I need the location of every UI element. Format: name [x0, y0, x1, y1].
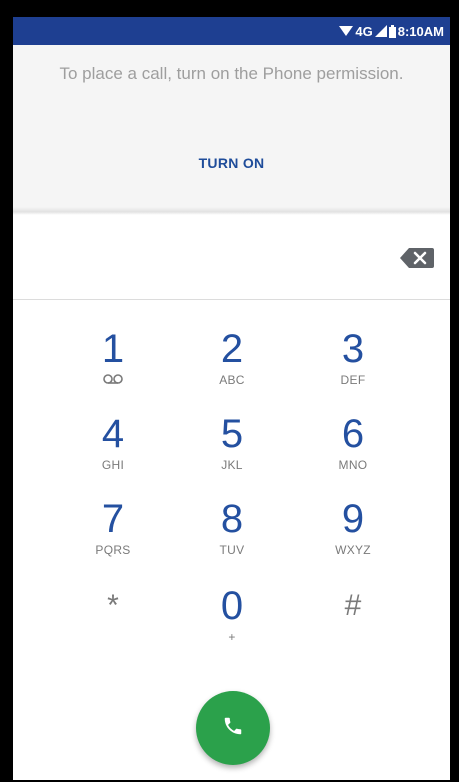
- key-9-letters: WXYZ: [335, 543, 371, 557]
- key-8[interactable]: 8 TUV: [182, 497, 282, 577]
- key-0-plus: +: [228, 630, 236, 644]
- key-3-letters: DEF: [340, 373, 366, 387]
- key-2-digit: 2: [220, 327, 244, 371]
- key-4-digit: 4: [101, 412, 125, 456]
- key-5-letters: JKL: [221, 458, 243, 472]
- key-4[interactable]: 4 GHI: [63, 412, 163, 492]
- key-5[interactable]: 5 JKL: [182, 412, 282, 492]
- permission-banner: To place a call, turn on the Phone permi…: [13, 45, 450, 213]
- phone-icon: [222, 715, 244, 742]
- key-6-digit: 6: [341, 412, 365, 456]
- key-4-letters: GHI: [101, 458, 125, 472]
- status-bar: 4G 8:10AM: [13, 17, 450, 45]
- voicemail-icon: [63, 373, 163, 387]
- key-8-digit: 8: [220, 497, 244, 541]
- key-7[interactable]: 7 PQRS: [63, 497, 163, 577]
- clock: 8:10AM: [397, 23, 444, 39]
- key-1[interactable]: 1: [63, 327, 163, 407]
- key-1-digit: 1: [101, 327, 125, 371]
- key-7-letters: PQRS: [95, 543, 131, 557]
- key-hash-symbol: #: [344, 589, 362, 622]
- key-7-digit: 7: [101, 497, 125, 541]
- key-5-digit: 5: [220, 412, 244, 456]
- status-icons: 4G 8:10AM: [339, 17, 444, 45]
- permission-message: To place a call, turn on the Phone permi…: [59, 64, 404, 83]
- digits-field-row: [13, 215, 450, 300]
- key-9-digit: 9: [341, 497, 365, 541]
- key-0-digit: 0: [220, 584, 244, 628]
- network-type: 4G: [355, 23, 373, 39]
- battery-icon: [388, 24, 396, 38]
- key-0[interactable]: 0 +: [182, 584, 282, 664]
- key-6[interactable]: 6 MNO: [303, 412, 403, 492]
- call-button[interactable]: [196, 691, 270, 765]
- dialer-screen: 4G 8:10AM To place a call, turn on the P…: [13, 17, 450, 780]
- turn-on-button[interactable]: TURN ON: [13, 155, 450, 171]
- wifi-icon: [339, 25, 354, 37]
- key-hash[interactable]: #: [303, 584, 403, 664]
- key-2[interactable]: 2 ABC: [182, 327, 282, 407]
- key-9[interactable]: 9 WXYZ: [303, 497, 403, 577]
- key-8-letters: TUV: [219, 543, 245, 557]
- key-6-letters: MNO: [338, 458, 368, 472]
- key-2-letters: ABC: [219, 373, 245, 387]
- banner-divider: [13, 207, 450, 215]
- key-3-digit: 3: [341, 327, 365, 371]
- backspace-icon[interactable]: [400, 248, 434, 268]
- key-star-symbol: *: [107, 589, 119, 622]
- key-3[interactable]: 3 DEF: [303, 327, 403, 407]
- key-star[interactable]: *: [63, 584, 163, 664]
- digits-input[interactable]: [33, 237, 387, 279]
- signal-icon: [374, 25, 387, 37]
